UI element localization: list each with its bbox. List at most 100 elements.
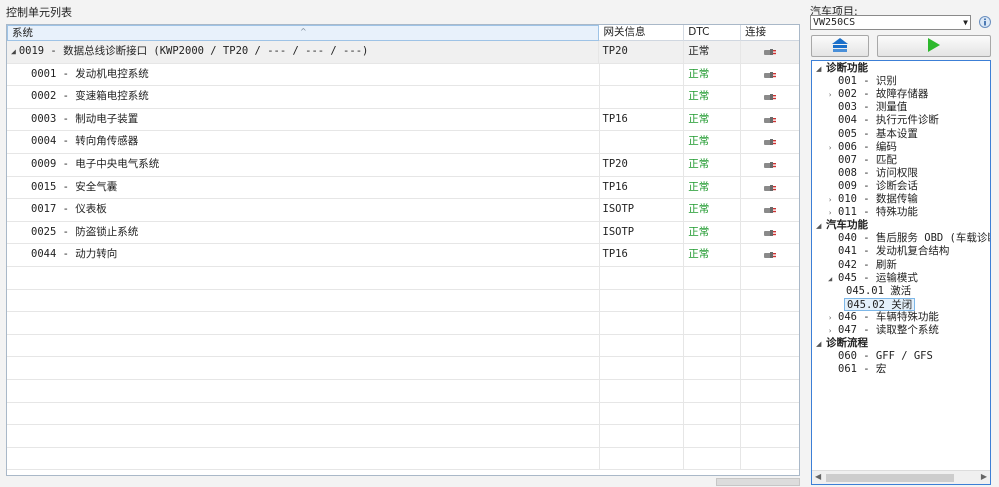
table-row[interactable]: 0003 - 制动电子装置 TP16 正常 xyxy=(7,108,799,132)
empty-row xyxy=(7,266,799,290)
cell-dtc: 正常 xyxy=(684,86,742,108)
empty-row xyxy=(7,334,799,358)
table-row[interactable]: 0002 - 变速箱电控系统 正常 xyxy=(7,86,799,109)
tree-item-label: 040 - 售后服务 OBD (车载诊断 xyxy=(838,232,991,245)
tree-item[interactable]: 003 - 测量值 xyxy=(828,101,907,114)
tree-item-label: 007 - 匹配 xyxy=(838,153,897,166)
tree-scrollbar[interactable]: ◀ ▶ xyxy=(812,470,990,484)
column-header-gateway[interactable]: 网关信息 xyxy=(599,25,685,41)
vehicle-project-value: VW250CS xyxy=(813,17,856,28)
empty-row xyxy=(7,425,799,448)
tree-item[interactable]: 042 - 刷新 xyxy=(828,259,897,272)
cell-connect xyxy=(741,448,799,470)
tree-item[interactable]: ◢ 045 - 运输模式 xyxy=(828,272,918,285)
tree-item[interactable]: 045.01 激活 xyxy=(846,285,911,298)
plug-icon[interactable] xyxy=(764,93,777,101)
plug-icon[interactable] xyxy=(764,138,777,146)
tree-item[interactable]: › 010 - 数据传输 xyxy=(828,193,918,206)
plug-icon[interactable] xyxy=(764,184,777,192)
run-button[interactable] xyxy=(877,35,991,57)
cell-dtc xyxy=(684,357,742,379)
tree-item[interactable]: 060 - GFF / GFS xyxy=(828,350,933,363)
cell-system-text: 0044 - 动力转向 xyxy=(31,248,118,261)
tree-category[interactable]: ◢ 汽车功能 xyxy=(816,219,868,232)
tree-item[interactable]: 008 - 访问权限 xyxy=(828,167,918,180)
table-row[interactable]: 0025 - 防盗锁止系统 ISOTP 正常 xyxy=(7,221,799,245)
grid-body: ◢ 0019 - 数据总线诊断接口 (KWP2000 / TP20 / --- /… xyxy=(7,41,799,471)
tree-item[interactable]: 004 - 执行元件诊断 xyxy=(828,114,939,127)
plug-icon[interactable] xyxy=(764,48,777,56)
plug-icon[interactable] xyxy=(764,116,777,124)
collapse-icon[interactable]: ◢ xyxy=(816,63,826,76)
control-unit-list-title: 控制单元列表 xyxy=(6,6,72,19)
tree-item[interactable]: 040 - 售后服务 OBD (车载诊断 xyxy=(828,232,991,245)
cell-gateway xyxy=(600,402,685,425)
tree-item[interactable]: 041 - 发动机复合结构 xyxy=(828,245,949,258)
tree-scrollbar-thumb[interactable] xyxy=(826,474,954,482)
cell-system: 0025 - 防盗锁止系统 xyxy=(7,221,600,244)
plug-icon[interactable] xyxy=(764,161,777,169)
tree-item[interactable]: 045.02 关闭 xyxy=(844,297,916,311)
tree-category[interactable]: ◢ 诊断流程 xyxy=(816,337,868,350)
cell-connect xyxy=(741,109,799,131)
chevron-down-icon[interactable]: ▼ xyxy=(963,16,968,29)
collapse-icon[interactable]: ◢ xyxy=(816,338,826,351)
table-row[interactable]: 0044 - 动力转向 TP16 正常 xyxy=(7,244,799,267)
column-header-connect[interactable]: 连接 xyxy=(741,25,799,41)
cell-connect xyxy=(741,154,799,176)
cell-dtc xyxy=(684,425,742,447)
tree-item[interactable]: › 006 - 编码 xyxy=(828,141,897,154)
tree-item[interactable]: › 002 - 故障存储器 xyxy=(828,88,928,101)
tree-item-label: 047 - 读取整个系统 xyxy=(838,324,939,336)
cell-system: ◢ 0019 - 数据总线诊断接口 (KWP2000 / TP20 / --- /… xyxy=(7,41,600,63)
play-icon xyxy=(927,37,941,56)
plug-icon[interactable] xyxy=(764,206,777,214)
cell-system-text: 0003 - 制动电子装置 xyxy=(31,112,139,125)
cell-connect xyxy=(741,380,799,402)
tree-item[interactable]: 001 - 识别 xyxy=(828,75,897,88)
group-row[interactable]: ◢ 0019 - 数据总线诊断接口 (KWP2000 / TP20 / --- /… xyxy=(7,41,799,64)
column-header-system[interactable]: 系统 ^ xyxy=(7,25,600,41)
cell-system-text: 0002 - 变速箱电控系统 xyxy=(31,90,149,103)
plug-icon[interactable] xyxy=(764,251,777,259)
column-header-dtc[interactable]: DTC xyxy=(684,25,742,41)
cell-connect xyxy=(741,290,799,312)
tree-item[interactable]: › 047 - 读取整个系统 xyxy=(828,324,939,337)
collapse-icon[interactable]: ◢ xyxy=(11,47,16,56)
table-row[interactable]: 0009 - 电子中央电气系统 TP20 正常 xyxy=(7,153,799,177)
table-row[interactable]: 0017 - 仪表板 ISOTP 正常 xyxy=(7,199,799,222)
collapse-icon[interactable]: ◢ xyxy=(816,220,826,233)
tree-item[interactable]: 061 - 宏 xyxy=(828,363,886,376)
cell-system xyxy=(7,447,600,470)
plug-icon[interactable] xyxy=(764,229,777,237)
column-header-system-label: 系统 xyxy=(12,27,33,39)
cell-system xyxy=(7,289,600,312)
expand-icon[interactable]: › xyxy=(828,142,838,155)
table-row[interactable]: 0001 - 发动机电控系统 正常 xyxy=(7,63,799,87)
tree-item[interactable]: › 011 - 特殊功能 xyxy=(828,206,918,219)
tree-item[interactable]: 005 - 基本设置 xyxy=(828,128,918,141)
scroll-left-icon[interactable]: ◀ xyxy=(815,472,821,481)
expand-icon[interactable]: › xyxy=(828,194,838,207)
tree-item[interactable]: › 046 - 车辆特殊功能 xyxy=(828,311,939,324)
vehicle-project-select[interactable]: VW250CS ▼ xyxy=(810,15,971,30)
tree-item[interactable]: 009 - 诊断会话 xyxy=(828,180,918,193)
collapse-icon[interactable]: ◢ xyxy=(828,273,838,286)
info-icon[interactable] xyxy=(979,16,991,28)
expand-icon[interactable]: › xyxy=(828,312,838,325)
cell-dtc xyxy=(684,447,742,470)
scroll-right-icon[interactable]: ▶ xyxy=(981,472,987,481)
tree-item[interactable]: 007 - 匹配 xyxy=(828,154,897,167)
expand-icon[interactable]: › xyxy=(828,89,838,102)
tree-item-label: 诊断流程 xyxy=(826,337,868,350)
home-button[interactable] xyxy=(811,35,869,57)
table-row[interactable]: 0015 - 安全气囊 TP16 正常 xyxy=(7,176,799,200)
tree-item-label: 001 - 识别 xyxy=(838,75,897,88)
tree-category[interactable]: ◢ 诊断功能 xyxy=(816,62,868,75)
table-row[interactable]: 0004 - 转向角传感器 正常 xyxy=(7,131,799,154)
grid-scrollbar[interactable] xyxy=(716,478,800,486)
plug-icon[interactable] xyxy=(764,71,777,79)
cell-gateway xyxy=(600,312,685,334)
cell-gateway xyxy=(600,131,685,153)
cell-system xyxy=(7,379,600,402)
